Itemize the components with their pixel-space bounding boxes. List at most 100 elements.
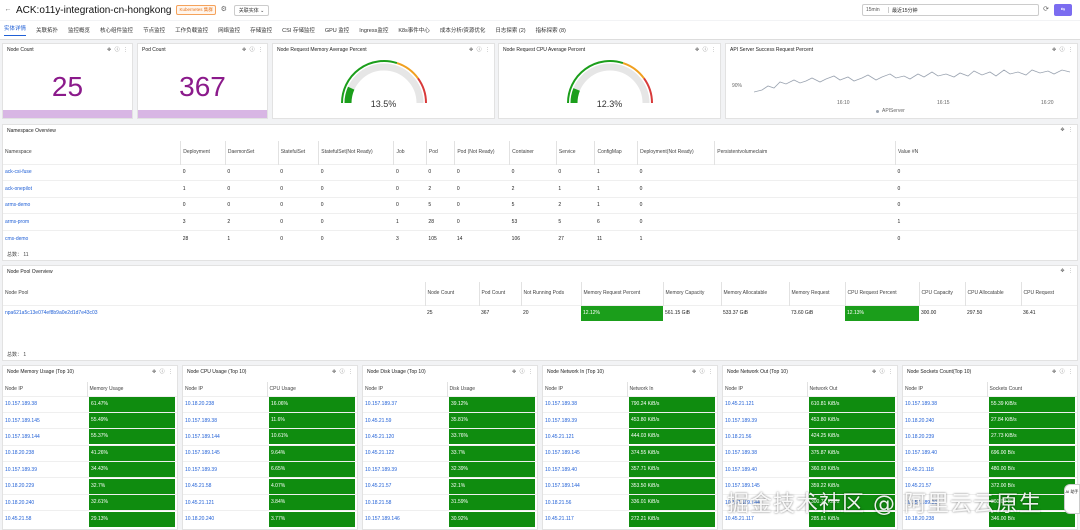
column-header[interactable]: Pod (Not Ready) bbox=[454, 141, 511, 164]
node-ip-link[interactable]: 10.157.189.38 bbox=[543, 395, 627, 413]
node-ip-link[interactable]: 10.45.21.59 bbox=[363, 411, 447, 429]
column-header[interactable]: DaemonSet bbox=[225, 141, 279, 164]
column-header[interactable]: StatefulSet(Not Ready) bbox=[318, 141, 395, 164]
column-header[interactable]: Not Running Pods bbox=[521, 282, 582, 305]
node-ip-link[interactable]: 10.18.21.58 bbox=[363, 493, 447, 511]
column-header[interactable]: Sockets Count bbox=[987, 382, 1077, 396]
node-ip-link[interactable]: 10.45.21.57 bbox=[363, 477, 447, 495]
panel-actions-icon[interactable]: ✥ ⓘ ⋮ bbox=[152, 368, 174, 375]
tab-6[interactable]: 网络监控 bbox=[218, 26, 240, 34]
column-header[interactable]: CPU Request bbox=[1021, 282, 1077, 305]
namespace-link[interactable]: arms-demo bbox=[3, 196, 181, 214]
column-header[interactable]: Pod bbox=[426, 141, 456, 164]
column-header[interactable]: Pod Count bbox=[479, 282, 522, 305]
tab-13[interactable]: 日志探索 (2) bbox=[495, 26, 525, 34]
node-ip-link[interactable]: 10.157.189.39 bbox=[183, 461, 267, 478]
tab-2[interactable]: 监控概览 bbox=[68, 26, 90, 34]
column-header-node-ip[interactable]: Node IP bbox=[363, 382, 448, 396]
tab-1[interactable]: 关联拓扑 bbox=[36, 26, 58, 34]
time-picker[interactable]: 15min 最近15分钟 bbox=[862, 4, 1039, 16]
node-ip-link[interactable]: 10.157.189.38 bbox=[723, 444, 807, 462]
column-header[interactable]: Network In bbox=[627, 382, 717, 396]
column-header[interactable]: Deployment(Not Ready) bbox=[637, 141, 716, 164]
node-ip-link[interactable]: 10.157.189.38 bbox=[3, 395, 87, 413]
node-ip-link[interactable]: 10.157.189.145 bbox=[543, 444, 627, 462]
node-ip-link[interactable]: 10.157.189.40 bbox=[723, 461, 807, 478]
column-header-node-ip[interactable]: Node IP bbox=[3, 382, 88, 396]
node-ip-link[interactable]: 10.157.189.37 bbox=[363, 395, 447, 413]
column-header[interactable]: Container bbox=[509, 141, 557, 164]
node-pool-link[interactable]: npa621a5c13e074ef8b9a0e2d1d7e43c03 bbox=[3, 304, 425, 321]
column-header[interactable]: Memory Allocatable bbox=[721, 282, 790, 305]
node-ip-link[interactable]: 10.157.189.39 bbox=[363, 461, 447, 478]
namespace-link[interactable]: ack-onepilot bbox=[3, 180, 181, 197]
column-header[interactable]: Network Out bbox=[807, 382, 897, 396]
node-ip-link[interactable]: 10.157.189.144 bbox=[183, 428, 267, 446]
namespace-link[interactable]: arms-prom bbox=[3, 213, 181, 230]
panel-actions-icon[interactable]: ✥ ⓘ ⋮ bbox=[872, 368, 894, 375]
column-header[interactable]: Disk Usage bbox=[447, 382, 537, 396]
node-ip-link[interactable]: 10.157.189.38 bbox=[903, 395, 987, 413]
query-button[interactable]: ⇆ bbox=[1054, 4, 1072, 16]
panel-actions-icon[interactable]: ✥ ⓘ ⋮ bbox=[242, 46, 264, 53]
node-ip-link[interactable]: 10.45.21.58 bbox=[3, 510, 87, 528]
node-ip-link[interactable]: 10.157.189.144 bbox=[3, 428, 87, 446]
node-ip-link[interactable]: 10.18.20.238 bbox=[3, 444, 87, 462]
tab-12[interactable]: 成本分析/资源优化 bbox=[440, 26, 486, 34]
column-header[interactable]: Memory Request Percent bbox=[581, 282, 664, 305]
ai-assistant-button[interactable]: AI 助手 bbox=[1064, 484, 1080, 514]
node-ip-link[interactable]: 10.157.189.39 bbox=[543, 411, 627, 429]
node-ip-link[interactable]: 10.45.21.121 bbox=[723, 395, 807, 413]
column-header[interactable]: Deployment bbox=[180, 141, 226, 164]
namespace-link[interactable]: cms-demo bbox=[3, 229, 181, 247]
column-header[interactable]: CPU Allocatable bbox=[965, 282, 1022, 305]
node-ip-link[interactable]: 10.18.20.238 bbox=[183, 395, 267, 413]
node-ip-link[interactable]: 10.45.21.121 bbox=[183, 493, 267, 511]
tab-10[interactable]: Ingress监控 bbox=[359, 26, 388, 34]
column-header-node-ip[interactable]: Node IP bbox=[543, 382, 628, 396]
tab-11[interactable]: K8s事件中心 bbox=[398, 26, 429, 34]
node-ip-link[interactable]: 10.18.21.56 bbox=[543, 493, 627, 511]
node-ip-link[interactable]: 10.157.189.144 bbox=[543, 477, 627, 495]
node-ip-link[interactable]: 10.157.189.39 bbox=[723, 411, 807, 429]
column-header-node-ip[interactable]: Node IP bbox=[903, 382, 988, 396]
tab-7[interactable]: 存储监控 bbox=[250, 26, 272, 34]
tab-4[interactable]: 节点监控 bbox=[143, 26, 165, 34]
node-ip-link[interactable]: 10.157.189.145 bbox=[183, 444, 267, 462]
node-ip-link[interactable]: 10.45.21.117 bbox=[543, 510, 627, 528]
tab-5[interactable]: 工作负载监控 bbox=[175, 26, 208, 34]
panel-actions-icon[interactable]: ✥ ⓘ ⋮ bbox=[1052, 368, 1074, 375]
column-header[interactable]: Job bbox=[393, 141, 427, 164]
refresh-icon[interactable]: ⟳ bbox=[1042, 6, 1050, 14]
panel-actions-icon[interactable]: ✥ ⓘ ⋮ bbox=[332, 368, 354, 375]
panel-actions-icon[interactable]: ✥ ⓘ ⋮ bbox=[469, 46, 491, 53]
panel-actions-icon[interactable]: ✥ ⓘ ⋮ bbox=[692, 368, 714, 375]
panel-actions-icon[interactable]: ✥ ⓘ ⋮ bbox=[512, 368, 534, 375]
panel-actions-icon[interactable]: ✥ ⓘ ⋮ bbox=[695, 46, 717, 53]
node-ip-link[interactable]: 10.157.189.40 bbox=[543, 461, 627, 478]
column-header-node-ip[interactable]: Node IP bbox=[183, 382, 268, 396]
node-ip-link[interactable]: 10.18.20.240 bbox=[183, 510, 267, 528]
column-header[interactable]: Service bbox=[556, 141, 596, 164]
tab-14[interactable]: 指标探索 (8) bbox=[536, 26, 566, 34]
column-header[interactable]: Node Pool bbox=[3, 282, 426, 305]
column-header[interactable]: Persistentvolumeclaim bbox=[714, 141, 897, 164]
node-ip-link[interactable]: 10.157.189.39 bbox=[3, 461, 87, 478]
node-ip-link[interactable]: 10.45.21.121 bbox=[543, 428, 627, 446]
node-ip-link[interactable]: 10.45.21.122 bbox=[363, 444, 447, 462]
column-header[interactable]: Memory Capacity bbox=[663, 282, 722, 305]
node-ip-link[interactable]: 10.157.189.38 bbox=[183, 411, 267, 429]
column-header[interactable]: CPU Capacity bbox=[919, 282, 966, 305]
column-header[interactable]: Memory Request bbox=[789, 282, 846, 305]
panel-actions-icon[interactable]: ✥ ⋮ bbox=[1060, 127, 1074, 133]
node-ip-link[interactable]: 10.157.189.146 bbox=[363, 510, 447, 528]
tab-8[interactable]: CSI 存储监控 bbox=[282, 26, 315, 34]
node-ip-link[interactable]: 10.18.20.229 bbox=[3, 477, 87, 495]
node-ip-link[interactable]: 10.18.20.240 bbox=[903, 411, 987, 429]
node-ip-link[interactable]: 10.45.21.58 bbox=[183, 477, 267, 495]
relation-entity-select[interactable]: 关联实体 ⌄ bbox=[233, 4, 270, 16]
node-ip-link[interactable]: 10.18.20.239 bbox=[903, 428, 987, 446]
column-header[interactable]: ConfigMap bbox=[594, 141, 639, 164]
settings-icon[interactable]: ⚙ bbox=[220, 6, 228, 14]
column-header[interactable]: Value #N bbox=[895, 141, 1077, 164]
